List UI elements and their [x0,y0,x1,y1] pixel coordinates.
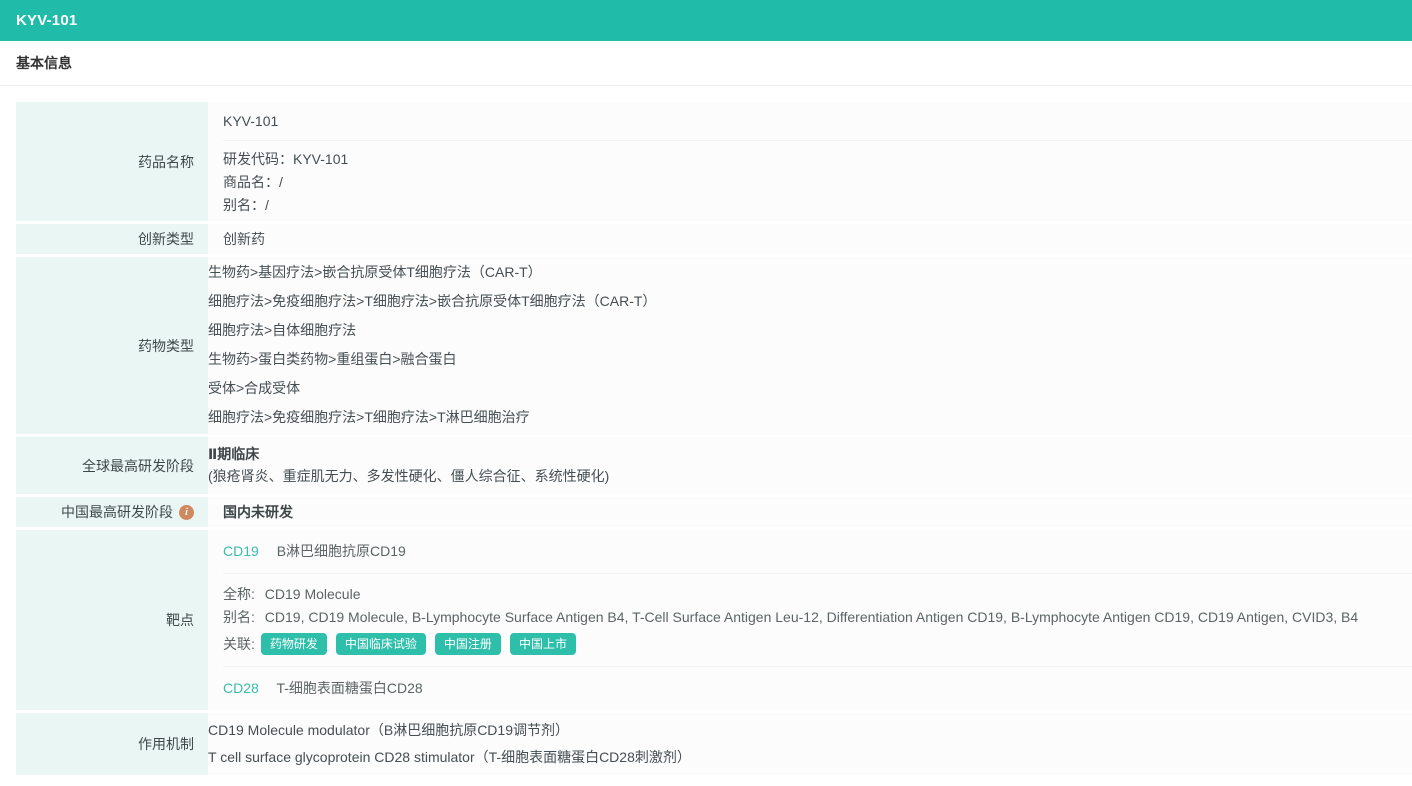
related-key: 关联: [223,636,255,652]
drug-type-line: 生物药>基因疗法>嵌合抗原受体T细胞疗法（CAR-T） [208,264,542,280]
alias-value: CD19, CD19 Molecule, B-Lymphocyte Surfac… [264,609,1359,625]
moa-line: T cell surface glycoprotein CD28 stimula… [208,749,691,765]
row-innovation-type: 创新类型 创新药 [16,224,1412,254]
drug-name-primary: KYV-101 [223,102,1412,141]
row-drug-type: 药物类型 生物药>基因疗法>嵌合抗原受体T细胞疗法（CAR-T） 细胞疗法>免疫… [16,257,1412,434]
row-china-stage-value: 国内未研发 [208,497,1412,527]
row-china-stage-label: 中国最高研发阶段 i [16,497,208,527]
drug-header-bar: KYV-101 [0,0,1412,41]
drug-type-line: 受体>合成受体 [208,380,301,396]
section-title: 基本信息 [16,55,72,71]
target-link-cd28[interactable]: CD28 [223,680,259,696]
full-name-key: 全称: [223,586,255,602]
row-target-value: CD19 B淋巴细胞抗原CD19 全称: CD19 Molecule 别名: C… [208,530,1412,710]
drug-type-line: 细胞疗法>免疫细胞疗法>T细胞疗法>嵌合抗原受体T细胞疗法（CAR-T） [208,293,657,309]
row-moa: 作用机制 CD19 Molecule modulator（B淋巴细胞抗原CD19… [16,713,1412,775]
target-item-cd19: CD19 B淋巴细胞抗原CD19 [223,530,1412,574]
row-moa-value: CD19 Molecule modulator（B淋巴细胞抗原CD19调节剂） … [208,713,1412,775]
target-related-line: 关联: 药物研发 中国临床试验 中国注册 中国上市 [223,632,1412,656]
drug-name-details: 研发代码：KYV-101 商品名：/ 别名：/ [223,141,1412,221]
global-stage-value: Ⅱ期临床 [208,446,260,462]
related-link-cn-clinical-trial[interactable]: 中国临床试验 [335,633,426,655]
drug-type-line: 细胞疗法>自体细胞疗法 [208,322,357,338]
row-global-stage: 全球最高研发阶段 Ⅱ期临床 (狼疮肾炎、重症肌无力、多发性硬化、僵人综合征、系统… [16,437,1412,494]
drug-trade-name: 商品名：/ [223,174,283,190]
row-global-stage-label: 全球最高研发阶段 [16,437,208,494]
drug-alias: 别名：/ [223,197,269,213]
full-name-value: CD19 Molecule [264,586,361,602]
section-header: 基本信息 [0,41,1412,86]
target-alias-line: 别名: CD19, CD19 Molecule, B-Lymphocyte Su… [223,606,1412,629]
basic-info-table: 药品名称 KYV-101 研发代码：KYV-101 商品名：/ 别名：/ 创新类… [16,102,1412,775]
row-drug-name-value: KYV-101 研发代码：KYV-101 商品名：/ 别名：/ [208,102,1412,221]
moa-line: CD19 Molecule modulator（B淋巴细胞抗原CD19调节剂） [208,722,569,738]
row-drug-type-label: 药物类型 [16,257,208,434]
china-stage-label-text: 中国最高研发阶段 [61,504,173,520]
target-item-cd28: CD28 T-细胞表面糖蛋白CD28 [223,666,1412,710]
related-link-cn-launch[interactable]: 中国上市 [509,633,576,655]
row-target-label: 靶点 [16,530,208,710]
row-drug-type-value: 生物药>基因疗法>嵌合抗原受体T细胞疗法（CAR-T） 细胞疗法>免疫细胞疗法>… [208,257,1412,434]
alias-key: 别名: [223,609,255,625]
page-title: KYV-101 [16,12,78,29]
row-innovation-type-value: 创新药 [208,224,1412,254]
drug-type-line: 生物药>蛋白类药物>重组蛋白>融合蛋白 [208,351,457,367]
info-icon[interactable]: i [179,504,194,520]
china-stage-value: 国内未研发 [223,504,293,520]
row-drug-name-label: 药品名称 [16,102,208,221]
innovation-type-value: 创新药 [223,231,265,247]
drug-dev-code: 研发代码：KYV-101 [223,151,349,167]
target-name-cd19: B淋巴细胞抗原CD19 [276,543,406,559]
row-innovation-type-label: 创新类型 [16,224,208,254]
row-global-stage-value: Ⅱ期临床 (狼疮肾炎、重症肌无力、多发性硬化、僵人综合征、系统性硬化) [208,437,1412,494]
target-link-cd19[interactable]: CD19 [223,543,259,559]
drug-type-line: 细胞疗法>免疫细胞疗法>T细胞疗法>T淋巴细胞治疗 [208,409,530,425]
target-name-cd28: T-细胞表面糖蛋白CD28 [276,680,423,696]
row-target: 靶点 CD19 B淋巴细胞抗原CD19 全称: CD19 Molecule 别名… [16,530,1412,710]
related-link-drug-rd[interactable]: 药物研发 [260,633,327,655]
row-drug-name: 药品名称 KYV-101 研发代码：KYV-101 商品名：/ 别名：/ [16,102,1412,221]
target-detail-cd19: 全称: CD19 Molecule 别名: CD19, CD19 Molecul… [223,574,1412,666]
related-link-cn-registration[interactable]: 中国注册 [434,633,501,655]
row-china-stage: 中国最高研发阶段 i 国内未研发 [16,497,1412,527]
target-full-name-line: 全称: CD19 Molecule [223,583,1412,606]
global-stage-indications: (狼疮肾炎、重症肌无力、多发性硬化、僵人综合征、系统性硬化) [208,468,610,484]
row-moa-label: 作用机制 [16,713,208,775]
